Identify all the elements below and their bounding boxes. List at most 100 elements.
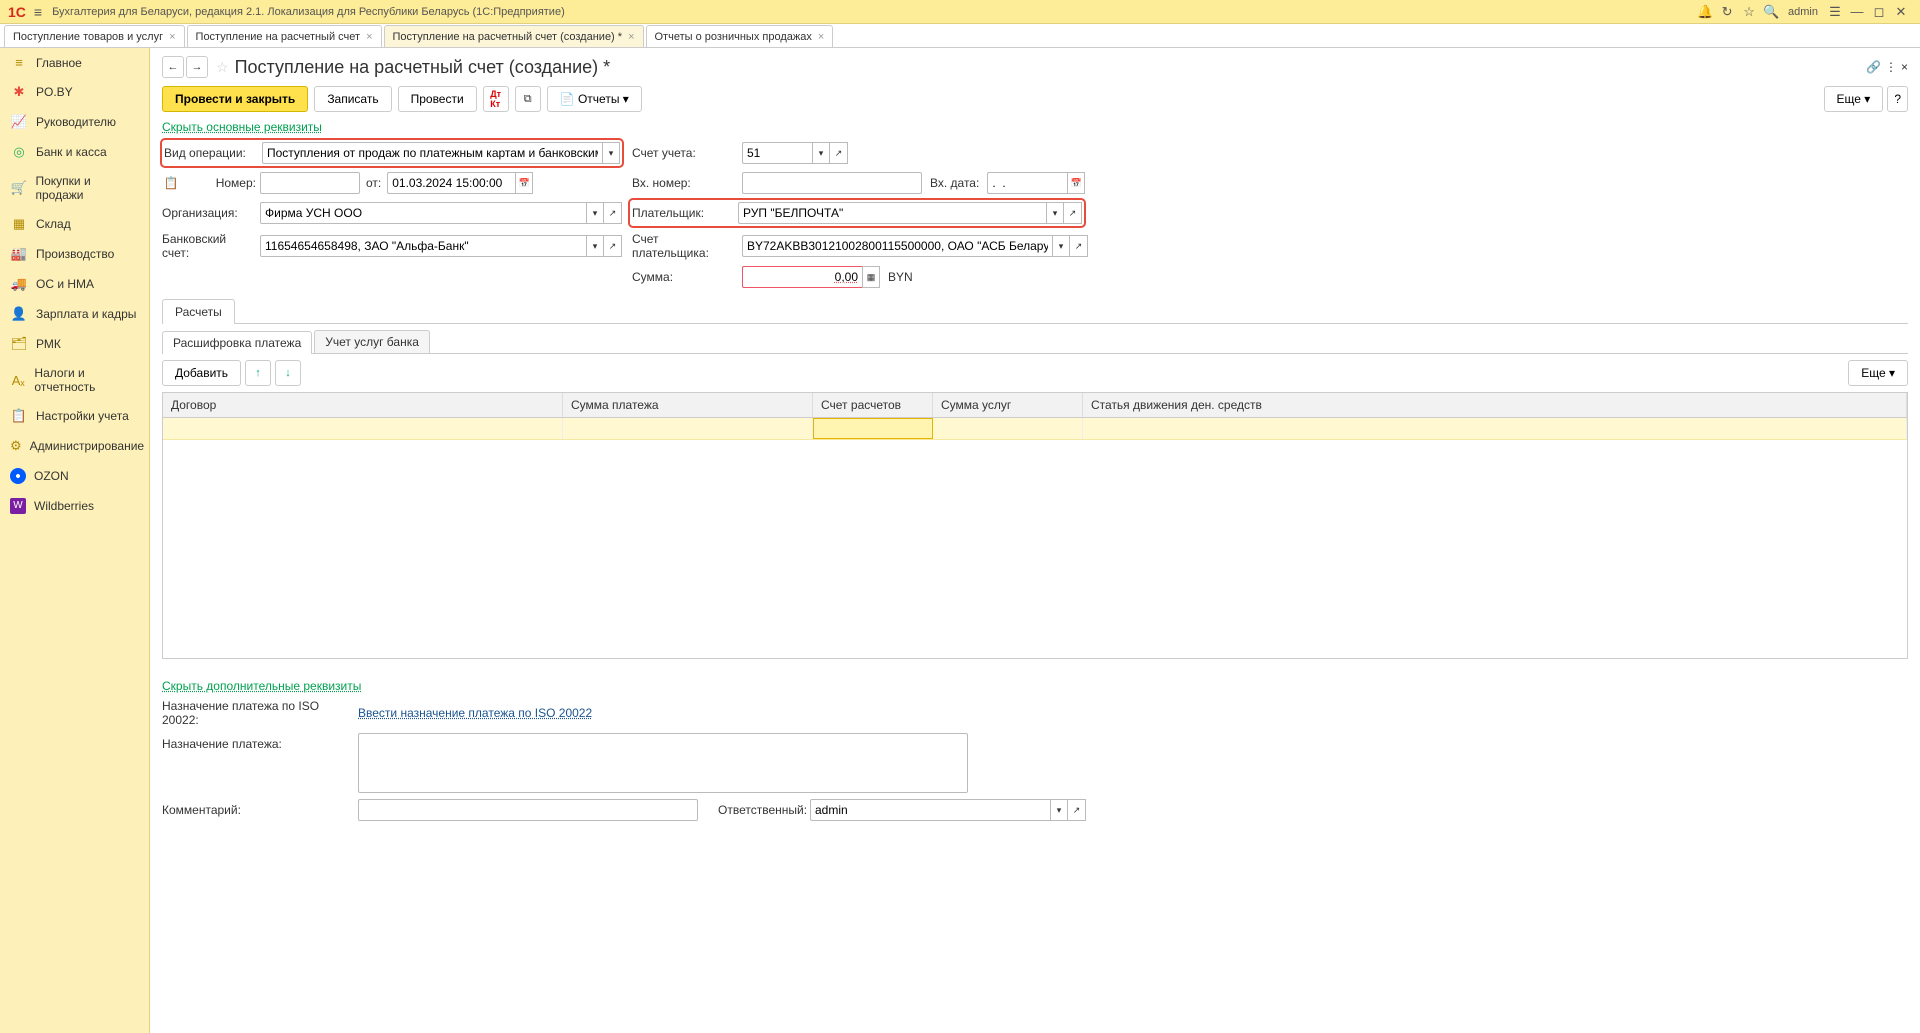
- hide-main-link[interactable]: Скрыть основные реквизиты: [162, 120, 322, 134]
- tab-bank-receipt-list[interactable]: Поступление на расчетный счет×: [187, 25, 382, 47]
- responsible-input[interactable]: [810, 799, 1050, 821]
- open-icon[interactable]: ↗: [1070, 235, 1088, 257]
- star-icon[interactable]: ☆: [1738, 1, 1760, 23]
- back-button[interactable]: ←: [162, 56, 184, 78]
- payer-account-input[interactable]: [742, 235, 1052, 257]
- open-icon[interactable]: ↗: [604, 235, 622, 257]
- cell-cash-flow[interactable]: [1083, 418, 1907, 439]
- dropdown-icon[interactable]: ▾: [1046, 202, 1064, 224]
- in-date-label: Вх. дата:: [930, 176, 979, 190]
- history-icon[interactable]: ↻: [1716, 1, 1738, 23]
- cell-payment-sum[interactable]: [563, 418, 813, 439]
- tab-retail-reports[interactable]: Отчеты о розничных продажах×: [646, 25, 834, 47]
- minimize-icon[interactable]: —: [1846, 1, 1868, 23]
- dropdown-icon[interactable]: ▾: [602, 142, 620, 164]
- move-up-button[interactable]: ↑: [245, 360, 271, 386]
- copy-icon[interactable]: 📋: [162, 176, 180, 190]
- close-form-icon[interactable]: ×: [1901, 60, 1908, 74]
- sidebar-item-taxes[interactable]: AₓНалоги и отчетность: [0, 359, 149, 401]
- dropdown-icon[interactable]: ▾: [812, 142, 830, 164]
- add-row-button[interactable]: Добавить: [162, 360, 241, 386]
- sidebar-item-bank[interactable]: ◎Банк и касса: [0, 137, 149, 167]
- favorite-icon[interactable]: ☆: [216, 59, 229, 76]
- close-icon[interactable]: ×: [628, 31, 634, 43]
- settings-lines-icon[interactable]: ☰: [1824, 1, 1846, 23]
- in-date-input[interactable]: [987, 172, 1067, 194]
- write-button[interactable]: Записать: [314, 86, 391, 112]
- link-icon[interactable]: 🔗: [1866, 60, 1881, 74]
- sidebar-item-admin[interactable]: ⚙Администрирование: [0, 431, 149, 461]
- date-input[interactable]: [387, 172, 515, 194]
- tab-bank-receipt-create[interactable]: Поступление на расчетный счет (создание)…: [384, 25, 644, 47]
- close-icon[interactable]: ×: [366, 31, 372, 43]
- inner-more-button[interactable]: Еще ▾: [1848, 360, 1908, 386]
- post-and-close-button[interactable]: Провести и закрыть: [162, 86, 308, 112]
- subtab-settlements[interactable]: Расчеты: [162, 299, 235, 324]
- open-icon[interactable]: ↗: [830, 142, 848, 164]
- open-icon[interactable]: ↗: [604, 202, 622, 224]
- sidebar-item-settings[interactable]: 📋Настройки учета: [0, 401, 149, 431]
- dropdown-icon[interactable]: ▾: [586, 202, 604, 224]
- account-input[interactable]: [742, 142, 812, 164]
- close-window-icon[interactable]: ✕: [1890, 1, 1912, 23]
- close-icon[interactable]: ×: [169, 31, 175, 43]
- sidebar-item-wildberries[interactable]: WWildberries: [0, 491, 149, 521]
- sidebar-item-production[interactable]: 🏭Производство: [0, 239, 149, 269]
- dropdown-icon[interactable]: ▾: [1050, 799, 1068, 821]
- cell-contract[interactable]: [163, 418, 563, 439]
- move-down-button[interactable]: ↓: [275, 360, 301, 386]
- open-icon[interactable]: ↗: [1068, 799, 1086, 821]
- th-payment-sum[interactable]: Сумма платежа: [563, 393, 813, 417]
- inner-tab-bank-services[interactable]: Учет услуг банка: [314, 330, 430, 353]
- sidebar-item-ozon[interactable]: OZON: [0, 461, 149, 491]
- operation-type-input[interactable]: [262, 142, 602, 164]
- sidebar-item-poby[interactable]: ✱PO.BY: [0, 77, 149, 107]
- calendar-icon[interactable]: 📅: [1067, 172, 1085, 194]
- sidebar-item-manager[interactable]: 📈Руководителю: [0, 107, 149, 137]
- post-button[interactable]: Провести: [398, 86, 477, 112]
- bell-icon[interactable]: 🔔: [1694, 1, 1716, 23]
- table-row[interactable]: [163, 418, 1907, 440]
- structure-button[interactable]: ⧉: [515, 86, 541, 112]
- maximize-icon[interactable]: ◻: [1868, 1, 1890, 23]
- in-number-input[interactable]: [742, 172, 922, 194]
- sidebar-item-main[interactable]: ≡Главное: [0, 48, 149, 77]
- bank-account-input[interactable]: [260, 235, 586, 257]
- close-icon[interactable]: ×: [818, 31, 824, 43]
- number-input[interactable]: [260, 172, 360, 194]
- comment-input[interactable]: [358, 799, 698, 821]
- forward-button[interactable]: →: [186, 56, 208, 78]
- th-settlement-account[interactable]: Счет расчетов: [813, 393, 933, 417]
- payer-input[interactable]: [738, 202, 1046, 224]
- amount-input[interactable]: [742, 266, 862, 288]
- sidebar-item-warehouse[interactable]: ▦Склад: [0, 209, 149, 239]
- kebab-icon[interactable]: ⋮: [1885, 60, 1897, 74]
- sidebar-item-rmk[interactable]: 🗂РМК: [0, 329, 149, 359]
- user-label[interactable]: admin: [1788, 6, 1818, 18]
- sidebar-item-purchases[interactable]: 🛒Покупки и продажи: [0, 167, 149, 209]
- open-icon[interactable]: ↗: [1064, 202, 1082, 224]
- sidebar-item-hr[interactable]: 👤Зарплата и кадры: [0, 299, 149, 329]
- cell-settlement-account-selected[interactable]: [813, 418, 933, 439]
- tab-goods-receipt[interactable]: Поступление товаров и услуг×: [4, 25, 185, 47]
- dropdown-icon[interactable]: ▾: [586, 235, 604, 257]
- sidebar-item-assets[interactable]: 🚚ОС и НМА: [0, 269, 149, 299]
- search-icon[interactable]: 🔍: [1760, 1, 1782, 23]
- th-services-sum[interactable]: Сумма услуг: [933, 393, 1083, 417]
- hide-extra-link[interactable]: Скрыть дополнительные реквизиты: [162, 679, 361, 693]
- hamburger-icon[interactable]: ≡: [34, 4, 42, 20]
- cell-services-sum[interactable]: [933, 418, 1083, 439]
- calendar-icon[interactable]: 📅: [515, 172, 533, 194]
- th-cash-flow[interactable]: Статья движения ден. средств: [1083, 393, 1907, 417]
- reports-dropdown[interactable]: 📄 Отчеты ▾: [547, 86, 642, 112]
- dropdown-icon[interactable]: ▾: [1052, 235, 1070, 257]
- help-button[interactable]: ?: [1887, 86, 1908, 112]
- dtkt-button[interactable]: ДтКт: [483, 86, 509, 112]
- calculator-icon[interactable]: ▦: [862, 266, 880, 288]
- th-contract[interactable]: Договор: [163, 393, 563, 417]
- iso-purpose-link[interactable]: Ввести назначение платежа по ISO 20022: [358, 706, 592, 720]
- inner-tab-breakdown[interactable]: Расшифровка платежа: [162, 331, 312, 354]
- more-button[interactable]: Еще ▾: [1824, 86, 1884, 112]
- purpose-textarea[interactable]: [358, 733, 968, 793]
- organization-input[interactable]: [260, 202, 586, 224]
